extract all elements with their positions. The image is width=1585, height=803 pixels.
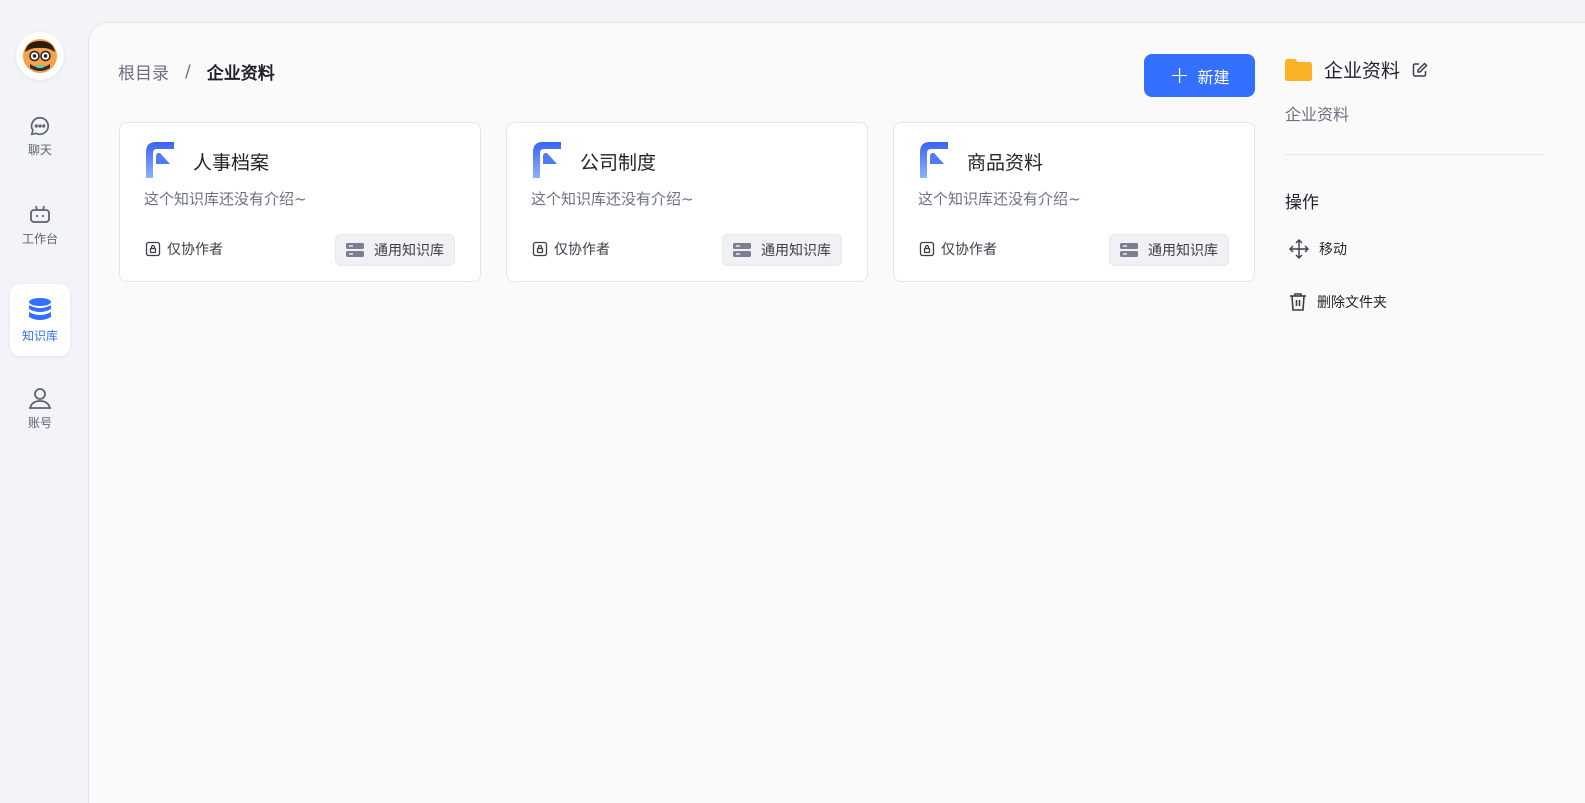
lock-icon: [919, 241, 935, 257]
nav-label-chat: 聊天: [27, 142, 52, 157]
nav-label-knowledge: 知识库: [21, 328, 58, 343]
knowledge-logo-icon: [533, 142, 561, 178]
avatar-icon: [23, 39, 57, 73]
knowledge-logo-icon: [920, 142, 948, 178]
permission-label: 仅协作者: [919, 239, 997, 259]
type-tag: 通用知识库: [335, 234, 455, 266]
type-tag-text: 通用知识库: [1148, 243, 1218, 259]
permission-text: 仅协作者: [941, 242, 997, 258]
server-icon: [733, 243, 751, 257]
delete-folder-button[interactable]: 删除文件夹: [1289, 292, 1387, 312]
trash-icon: [1290, 293, 1306, 311]
knowledge-card[interactable]: 公司制度 这个知识库还没有介绍~ 仅协作者 通用知识库: [506, 122, 868, 282]
breadcrumb-root[interactable]: 根目录: [118, 59, 169, 84]
folder-subtitle: 企业资料: [1285, 105, 1350, 124]
plus-icon: +: [1169, 60, 1190, 89]
user-icon: [28, 387, 52, 409]
nav-item-account[interactable]: 账号: [10, 372, 70, 444]
robot-icon: [30, 205, 50, 223]
new-button-label: 新建: [1197, 67, 1230, 87]
folder-header: 企业资料: [1285, 56, 1428, 83]
knowledge-title: 公司制度: [580, 152, 657, 174]
knowledge-desc: 这个知识库还没有介绍~: [531, 190, 694, 208]
nav-item-workbench[interactable]: 工作台: [10, 188, 70, 260]
knowledge-desc: 这个知识库还没有介绍~: [918, 190, 1081, 208]
new-button[interactable]: + 新建: [1144, 54, 1255, 97]
move-label: 移动: [1319, 242, 1347, 258]
avatar[interactable]: [16, 32, 64, 80]
folder-icon: [1285, 58, 1312, 81]
database-icon: [29, 297, 51, 320]
type-tag: 通用知识库: [1109, 234, 1229, 266]
breadcrumb-separator: /: [185, 61, 191, 82]
main-panel: 根目录 / 企业资料 + 新建 人事档案 这个知识库还没有介绍~ 仅协作者 通用…: [88, 22, 1585, 803]
permission-label: 仅协作者: [532, 239, 610, 259]
knowledge-card[interactable]: 商品资料 这个知识库还没有介绍~ 仅协作者 通用知识库: [893, 122, 1255, 282]
type-tag: 通用知识库: [722, 234, 842, 266]
breadcrumb: 根目录 / 企业资料: [118, 59, 275, 85]
permission-text: 仅协作者: [167, 242, 223, 258]
divider: [1285, 154, 1543, 155]
knowledge-title: 人事档案: [193, 152, 270, 174]
lock-icon: [145, 241, 161, 257]
chat-icon: [30, 116, 49, 135]
type-tag-text: 通用知识库: [374, 243, 444, 259]
permission-text: 仅协作者: [554, 242, 610, 258]
edit-icon[interactable]: [1412, 61, 1428, 78]
move-button[interactable]: 移动: [1289, 239, 1347, 259]
move-icon: [1289, 239, 1309, 259]
knowledge-card[interactable]: 人事档案 这个知识库还没有介绍~ 仅协作者 通用知识库: [119, 122, 481, 282]
knowledge-logo-icon: [146, 142, 174, 178]
server-icon: [346, 243, 364, 257]
knowledge-desc: 这个知识库还没有介绍~: [144, 190, 307, 208]
type-tag-text: 通用知识库: [761, 243, 831, 259]
folder-title: 企业资料: [1324, 60, 1401, 82]
breadcrumb-current: 企业资料: [206, 64, 275, 84]
sidebar-nav: 聊天 工作台 知识库 账号: [0, 0, 80, 803]
permission-label: 仅协作者: [145, 239, 223, 259]
operations-title: 操作: [1285, 193, 1319, 213]
server-icon: [1120, 243, 1138, 257]
nav-label-workbench: 工作台: [21, 231, 58, 246]
lock-icon: [532, 241, 548, 257]
nav-item-knowledge[interactable]: 知识库: [10, 284, 70, 356]
nav-item-chat[interactable]: 聊天: [10, 100, 70, 172]
knowledge-title: 商品资料: [967, 152, 1044, 174]
nav-label-account: 账号: [27, 415, 52, 430]
delete-folder-label: 删除文件夹: [1317, 295, 1387, 311]
